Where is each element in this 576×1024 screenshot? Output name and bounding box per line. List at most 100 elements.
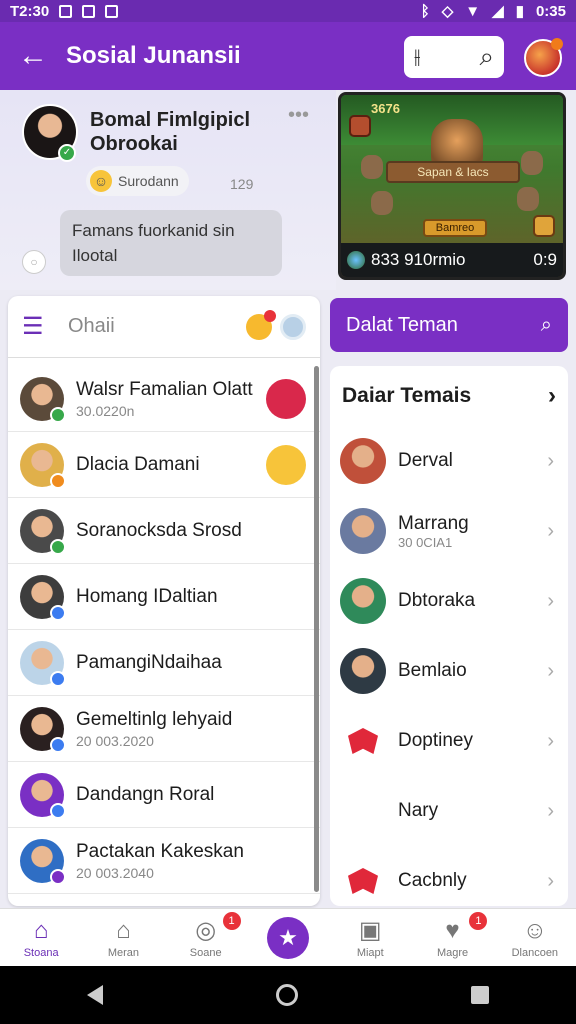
contact-subtitle: 20 003.2040 bbox=[76, 864, 154, 881]
nav-label: Meran bbox=[107, 946, 140, 959]
chat-list: Walsr Famalian Olatt 30.0220n Dlacia Daman… bbox=[8, 366, 320, 894]
row-action-icon[interactable] bbox=[266, 444, 306, 485]
chevron-right-icon[interactable]: › bbox=[548, 382, 556, 410]
friend-row[interactable]: Doptiney › bbox=[330, 706, 568, 776]
reply-icon[interactable]: ○ bbox=[22, 250, 46, 274]
chat-list-row[interactable]: Dandangn Roral bbox=[8, 762, 320, 828]
list-header: ☰ Ohaii bbox=[8, 296, 320, 358]
mood-chip[interactable]: ☺ Surodann bbox=[86, 166, 189, 196]
game-enemy-sprite bbox=[517, 187, 539, 211]
smile-emoji-icon: ☺ bbox=[90, 170, 112, 192]
status-indicator-icon bbox=[50, 538, 66, 555]
nav-item[interactable]: ⌂ Stoana bbox=[0, 909, 82, 966]
contact-avatar bbox=[20, 772, 66, 819]
game-settings-icon[interactable] bbox=[533, 215, 555, 237]
contact-name: Gemeltinlg lehyaid bbox=[76, 708, 233, 730]
profile-name: Bomal Fimlgipicl Obrookai bbox=[90, 109, 251, 155]
chat-list-row[interactable]: PamangiNdaihaa bbox=[8, 630, 320, 696]
chevron-right-icon[interactable]: › bbox=[547, 870, 554, 893]
nav-label: Stoana bbox=[23, 946, 59, 959]
chevron-right-icon[interactable]: › bbox=[547, 730, 554, 753]
contact-subtitle: 20 003.2020 bbox=[76, 732, 154, 749]
filter-icon[interactable]: ⫲ bbox=[414, 46, 420, 69]
friends-card-header[interactable]: Daiar Temais › bbox=[330, 366, 568, 426]
user-avatar[interactable] bbox=[524, 38, 563, 77]
page-title: Sosial Junansii bbox=[66, 42, 241, 69]
chat-list-row[interactable]: Dlacia Damani bbox=[8, 432, 320, 498]
game-timer: 0:9 bbox=[533, 250, 557, 269]
chat-list-row[interactable]: Soranocksda Srosd bbox=[8, 498, 320, 564]
chevron-right-icon[interactable]: › bbox=[547, 660, 554, 683]
friend-name: Nary bbox=[398, 800, 439, 821]
signal-icon: ◢ bbox=[492, 3, 504, 20]
friend-subtitle: 30 0CIA1 bbox=[398, 534, 453, 550]
notification-dot bbox=[551, 38, 563, 50]
nav-item[interactable]: ⌂ Meran bbox=[82, 909, 164, 966]
search-icon: ⌕ bbox=[540, 313, 552, 336]
nav-item[interactable]: ▣ Miapt bbox=[329, 909, 411, 966]
clock: 0:35 bbox=[535, 2, 566, 20]
game-score: 833 910rmio bbox=[371, 250, 466, 269]
friend-row[interactable]: Nary › bbox=[330, 776, 568, 846]
menu-icon[interactable]: ☰ bbox=[22, 312, 68, 341]
row-action-icon[interactable] bbox=[266, 378, 306, 419]
list-search-input[interactable]: Ohaii bbox=[68, 315, 246, 338]
emoji-notification-icon[interactable] bbox=[246, 309, 276, 340]
notification-icon bbox=[59, 4, 73, 18]
list-scrollbar[interactable] bbox=[314, 366, 319, 892]
back-button[interactable]: ← bbox=[0, 22, 66, 90]
nav-icon: ⌂ bbox=[33, 916, 49, 944]
search-box[interactable]: ⫲ ⌕ bbox=[404, 36, 504, 78]
nav-icon: ▣ bbox=[358, 916, 382, 944]
nav-item[interactable]: ★ bbox=[247, 909, 329, 966]
nav-icon: ☺ bbox=[522, 916, 548, 944]
friend-text: Bemlaio bbox=[398, 660, 467, 682]
status-indicator-icon bbox=[50, 604, 66, 621]
friends-card-title: Daiar Temais bbox=[342, 384, 472, 407]
status-indicator-icon bbox=[50, 736, 66, 753]
contact-avatar bbox=[20, 508, 66, 555]
system-home-icon[interactable] bbox=[275, 984, 298, 1006]
friend-avatar bbox=[340, 438, 386, 484]
contact-avatar bbox=[20, 376, 66, 423]
chevron-right-icon[interactable]: › bbox=[547, 450, 554, 473]
message-bubble: Famans fuorkanid sin Ilootal bbox=[60, 210, 282, 276]
chevron-right-icon[interactable]: › bbox=[547, 520, 554, 543]
ribbon-icon bbox=[348, 728, 378, 754]
nav-item[interactable]: ◎ Soane 1 bbox=[165, 909, 247, 966]
nav-item[interactable]: ♥ Magre 1 bbox=[411, 909, 493, 966]
chat-list-row[interactable]: Homang IDaltian bbox=[8, 564, 320, 630]
system-back-icon[interactable] bbox=[86, 985, 103, 1005]
chat-list-row[interactable]: Pactakan Kakeskan 20 003.2040 bbox=[8, 828, 320, 894]
game-preview-card[interactable]: 3676 Sapan & Iacs Bamreo 833 910rmio 0:9 bbox=[338, 92, 566, 280]
friend-row[interactable]: Cacbnly › bbox=[330, 846, 568, 906]
friend-avatar bbox=[340, 648, 386, 694]
row-text: Walsr Famalian Olatt 30.0220n bbox=[76, 379, 253, 419]
friend-text: Dbtoraka bbox=[398, 590, 475, 612]
search-icon[interactable]: ⌕ bbox=[479, 41, 494, 73]
friend-text: Doptiney bbox=[398, 730, 473, 752]
friend-name: Doptiney bbox=[398, 730, 473, 751]
refresh-icon[interactable] bbox=[280, 313, 306, 340]
nav-item[interactable]: ☺ Dlancoen bbox=[494, 909, 576, 966]
game-play-button[interactable]: Bamreo bbox=[423, 219, 487, 237]
chevron-right-icon[interactable]: › bbox=[547, 800, 554, 823]
status-left-text: T2:30 bbox=[10, 2, 50, 20]
wifi-icon: ▼ bbox=[465, 2, 481, 20]
friend-row[interactable]: Bemlaio › bbox=[330, 636, 568, 706]
system-recents-icon[interactable] bbox=[471, 986, 490, 1004]
chevron-right-icon[interactable]: › bbox=[547, 590, 554, 613]
contact-avatar bbox=[20, 574, 66, 621]
friend-row[interactable]: Dbtoraka › bbox=[330, 566, 568, 636]
app-bar: ← Sosial Junansii ⫲ ⌕ bbox=[0, 22, 576, 90]
star-icon[interactable]: ★ bbox=[266, 916, 309, 959]
friend-name: Marrang bbox=[398, 512, 469, 534]
more-options-icon[interactable]: ••• bbox=[288, 104, 309, 127]
find-friends-button[interactable]: Dalat Teman ⌕ bbox=[330, 298, 568, 352]
chat-list-row[interactable]: Gemeltinlg lehyaid 20 003.2020 bbox=[8, 696, 320, 762]
contact-name: Soranocksda Srosd bbox=[76, 519, 242, 541]
friend-row[interactable]: Marrang 30 0CIA1 › bbox=[330, 496, 568, 566]
game-enemy-sprite bbox=[521, 151, 543, 175]
chat-list-row[interactable]: Walsr Famalian Olatt 30.0220n bbox=[8, 366, 320, 432]
friend-row[interactable]: Derval › bbox=[330, 426, 568, 496]
